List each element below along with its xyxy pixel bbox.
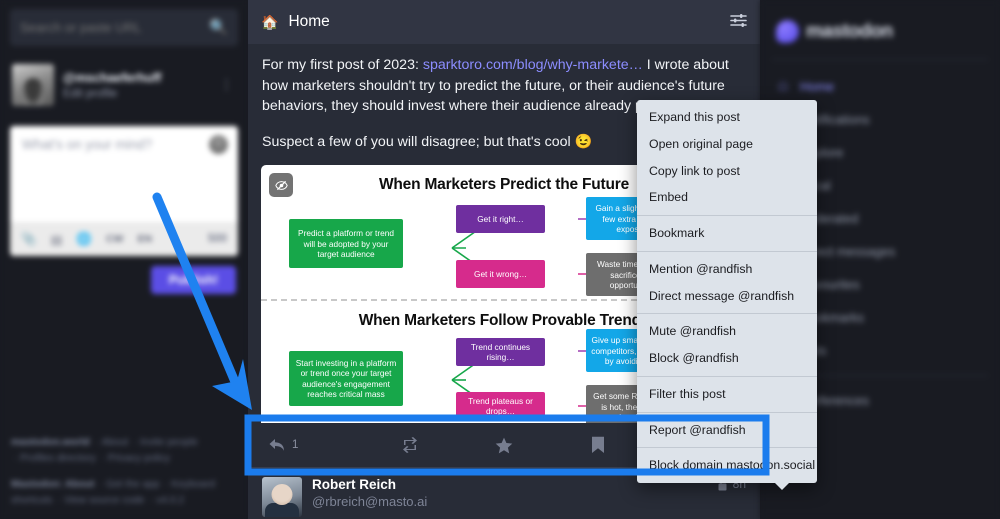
diagram-node-root-2: Start investing in a platform or trend o…	[289, 351, 403, 407]
menu-item-open-original-page[interactable]: Open original page	[637, 131, 817, 158]
mastodon-logo-icon	[776, 20, 799, 43]
menu-item-block-domain[interactable]: Block domain mastodon.social	[637, 452, 817, 479]
menu-divider	[637, 215, 817, 216]
status-link[interactable]: sparktoro.com/blog/why-markete…	[423, 57, 643, 73]
diagram-node-branch-2b: Trend plateaus or drops…	[456, 392, 545, 421]
home-icon: 🏠	[261, 13, 279, 30]
publish-button[interactable]: Publish!	[150, 266, 236, 294]
menu-item-bookmark[interactable]: Bookmark	[637, 220, 817, 247]
avatar[interactable]	[262, 477, 302, 517]
diagram-node-root-1: Predict a platform or trend will be adop…	[289, 219, 403, 269]
search-icon[interactable]: 🔍	[209, 20, 228, 35]
display-name: Robert Reich	[312, 477, 397, 492]
menu-item-embed[interactable]: Embed	[637, 184, 817, 211]
compose-box[interactable]: What's on your mind? 📎 ▤ 🌐 CW EN 500	[10, 126, 238, 256]
menu-divider	[637, 447, 817, 449]
footer-link-about[interactable]: About	[102, 437, 129, 448]
menu-item-block-user[interactable]: Block @randfish	[637, 345, 817, 372]
menu-divider	[637, 375, 817, 377]
compose-textarea-wrap[interactable]: What's on your mind?	[10, 126, 238, 222]
search-bar[interactable]: 🔍	[10, 9, 238, 46]
reply-button[interactable]: 1	[268, 437, 362, 453]
reply-count: 1	[292, 439, 299, 451]
reply-icon	[269, 439, 284, 451]
eye-slash-icon[interactable]	[269, 173, 293, 198]
compose-toolbar: 📎 ▤ 🌐 CW EN 500	[10, 222, 238, 256]
footer-link-get-the-app[interactable]: Get the app	[106, 479, 159, 490]
character-counter: 500	[207, 233, 227, 245]
left-drawer-column: 🔍 @mschaeferhuff Edit profile ⋮ What's o…	[0, 0, 248, 519]
brand-name: mastodon	[806, 20, 893, 42]
avatar[interactable]	[12, 64, 54, 106]
footer-link-profiles-directory[interactable]: Profiles directory	[20, 453, 96, 464]
mastodon-web-app: 🔍 @mschaeferhuff Edit profile ⋮ What's o…	[0, 0, 1000, 519]
menu-item-direct-message-user[interactable]: Direct message @randfish	[637, 283, 817, 310]
column-header: 🏠 Home	[248, 0, 760, 44]
bookmark-icon	[592, 436, 605, 453]
content-warning-button[interactable]: CW	[106, 233, 124, 245]
menu-item-mute-user[interactable]: Mute @randfish	[637, 318, 817, 345]
menu-item-expand-this-post[interactable]: Expand this post	[637, 104, 817, 131]
menu-divider	[637, 313, 817, 315]
sidebar-item-label: Home	[800, 79, 835, 94]
account-summary[interactable]: @mschaeferhuff Edit profile ⋮	[0, 56, 248, 114]
bookmark-button[interactable]	[551, 436, 645, 454]
favourite-button[interactable]	[457, 437, 551, 454]
menu-divider	[637, 411, 817, 413]
menu-item-report-user[interactable]: Report @randfish	[637, 417, 817, 444]
sidebar-item-home[interactable]: ☖ Home	[760, 70, 1000, 103]
diagram-node-branch-2a: Trend continues rising…	[456, 338, 545, 367]
star-icon	[495, 437, 513, 453]
menu-item-mention-user[interactable]: Mention @randfish	[637, 256, 817, 283]
post-context-menu[interactable]: Expand this post Open original page Copy…	[637, 100, 817, 490]
diagram-node-branch-1a: Get it right…	[456, 205, 545, 234]
divider	[772, 59, 988, 60]
home-icon: ☖	[778, 81, 788, 93]
diagram-node-branch-1b: Get it wrong…	[456, 260, 545, 289]
footer-mastodon-about[interactable]: Mastodon: About	[11, 479, 94, 490]
edit-profile-link[interactable]: Edit profile	[63, 88, 211, 100]
account-handle: @rbreich@masto.ai	[312, 494, 428, 509]
page-title: Home	[288, 13, 330, 30]
menu-item-filter-this-post[interactable]: Filter this post	[637, 381, 817, 408]
footer-instance-name[interactable]: mastodon.world	[11, 437, 90, 448]
mastodon-logo: mastodon	[760, 14, 1000, 43]
footer-version: v4.0.2	[156, 495, 185, 507]
settings-sliders-icon[interactable]	[730, 13, 747, 32]
compose-avatar	[209, 135, 228, 154]
poll-icon[interactable]: ▤	[51, 232, 63, 247]
account-kebab-icon[interactable]: ⋮	[220, 77, 236, 93]
footer-link-view-source[interactable]: View source code	[64, 495, 144, 506]
visibility-globe-icon[interactable]: 🌐	[76, 232, 92, 247]
footer-link-invite-people[interactable]: Invite people	[140, 437, 198, 448]
account-handle: @mschaeferhuff	[63, 70, 162, 85]
menu-divider	[637, 250, 817, 252]
status-text-before-link: For my first post of 2023:	[262, 57, 423, 73]
menu-item-copy-link-to-post[interactable]: Copy link to post	[637, 158, 817, 185]
compose-placeholder: What's on your mind?	[22, 137, 153, 152]
boost-icon	[402, 437, 417, 453]
publish-row: Publish!	[0, 256, 248, 294]
footer-link-privacy-policy[interactable]: Privacy policy	[108, 453, 170, 464]
attach-icon[interactable]: 📎	[21, 232, 37, 247]
search-input[interactable]	[20, 20, 210, 35]
menu-caret-icon	[775, 483, 789, 490]
footer-primary-links: mastodon.world · About · Invite people ·…	[11, 437, 198, 465]
boost-button[interactable]	[362, 437, 456, 453]
footer-secondary-links: Mastodon: About · Get the app · Keyboard…	[11, 479, 216, 507]
language-button[interactable]: EN	[137, 233, 152, 245]
